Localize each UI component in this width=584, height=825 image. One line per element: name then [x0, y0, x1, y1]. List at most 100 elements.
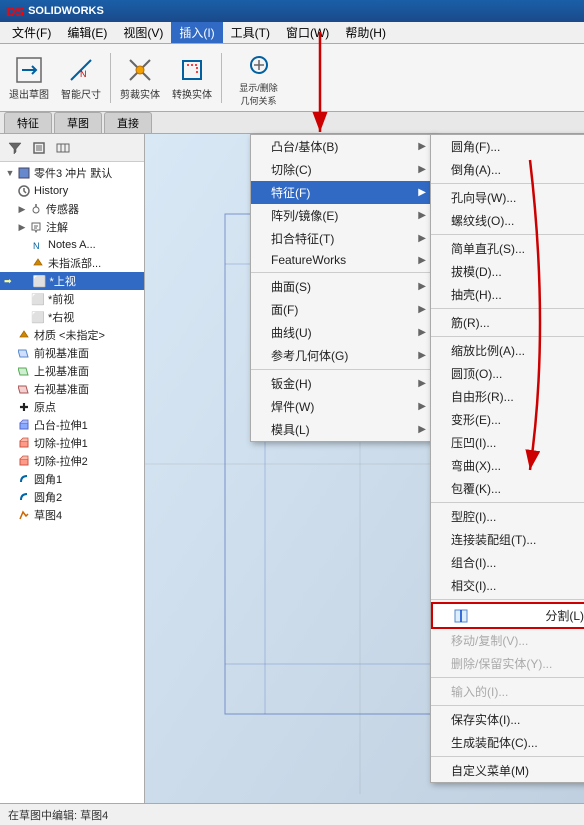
feature-label: 特征(F) [271, 184, 310, 201]
sub-combine[interactable]: 组合(I)... [431, 551, 584, 574]
sub-deform[interactable]: 变形(E)... [431, 408, 584, 431]
tab-sketch[interactable]: 草图 [54, 112, 102, 133]
tab-features[interactable]: 特征 [4, 112, 52, 133]
menu-refgeo[interactable]: 参考几何体(G) ▶ [251, 344, 434, 367]
tree-cut2[interactable]: 切除-拉伸2 [0, 452, 144, 470]
tree-right-plane[interactable]: 右视基准面 [0, 380, 144, 398]
sub-cavity[interactable]: 型腔(I)... [431, 505, 584, 528]
fsep1 [431, 183, 584, 184]
tree-annotation[interactable]: ▶ 注解 [0, 218, 144, 236]
trim-label: 剪裁实体 [120, 86, 160, 101]
cut1-label: 切除-拉伸1 [34, 435, 88, 451]
right-icon: ⬜ [30, 309, 46, 325]
menu-view[interactable]: 视图(V) [115, 22, 171, 43]
ds-logo: DS [6, 4, 24, 19]
sub-thread[interactable]: 螺纹线(O)... [431, 209, 584, 232]
tree-front-plane[interactable]: 前视基准面 [0, 344, 144, 362]
tree-sketch4[interactable]: 草图4 [0, 506, 144, 524]
boss1-label: 凸台-拉伸1 [34, 417, 88, 433]
sub-shell[interactable]: 抽壳(H)... [431, 283, 584, 306]
sub-fillet[interactable]: 圆角(F)... [431, 135, 584, 158]
annotation-arrow: ▶ [16, 221, 28, 233]
feature-tree: ▼ 零件3 冲片 默认 History [0, 162, 144, 803]
sensor-arrow: ▶ [16, 203, 28, 215]
menu-edit[interactable]: 编辑(E) [59, 22, 115, 43]
sub-rib[interactable]: 筋(R)... [431, 311, 584, 334]
tab-direct[interactable]: 直接 [104, 112, 152, 133]
tree-fillet2[interactable]: 圆角2 [0, 488, 144, 506]
fsep4 [431, 336, 584, 337]
tree-sensor[interactable]: ▶ 传感器 [0, 200, 144, 218]
view-icon-button[interactable] [52, 137, 74, 159]
tree-fillet1[interactable]: 圆角1 [0, 470, 144, 488]
smart-dim-button[interactable]: N 智能尺寸 [56, 48, 106, 108]
right-plane-label: 右视基准面 [34, 381, 89, 397]
tree-history[interactable]: History [0, 182, 144, 200]
trim-button[interactable]: 剪裁实体 [115, 48, 165, 108]
menu-tools[interactable]: 工具(T) [223, 22, 278, 43]
menu-sheetmetal[interactable]: 钣金(H) ▶ [251, 372, 434, 395]
sub-simplehole[interactable]: 简单直孔(S)... [431, 237, 584, 260]
sub-dome[interactable]: 圆顶(O)... [431, 362, 584, 385]
sub-indent[interactable]: 压凹(I)... [431, 431, 584, 454]
exit-sketch-icon [13, 54, 45, 86]
smart-dim-icon: N [65, 54, 97, 86]
sub-custommenu[interactable]: 自定义菜单(M) [431, 759, 584, 782]
menu-mold[interactable]: 模具(L) ▶ [251, 418, 434, 441]
menu-pattern[interactable]: 阵列/镜像(E) ▶ [251, 204, 434, 227]
menu-snap[interactable]: 扣合特征(T) ▶ [251, 227, 434, 250]
tree-material-unspec[interactable]: 未指派部... [0, 254, 144, 272]
show-del-button[interactable]: 显示/删除几何关系 [226, 48, 291, 108]
menu-cut[interactable]: 切除(C) ▶ [251, 158, 434, 181]
menu-boss[interactable]: 凸台/基体(B) ▶ [251, 135, 434, 158]
tree-top-plane[interactable]: 上视基准面 [0, 362, 144, 380]
sub-wrap[interactable]: 包覆(K)... [431, 477, 584, 500]
menubar: 文件(F) 编辑(E) 视图(V) 插入(I) 工具(T) 窗口(W) 帮助(H… [0, 22, 584, 44]
sep2 [251, 369, 434, 370]
snap-arrow: ▶ [418, 233, 426, 244]
history-icon [16, 183, 32, 199]
menu-help[interactable]: 帮助(H) [337, 22, 394, 43]
tree-origin[interactable]: ✚ 原点 [0, 398, 144, 416]
root-arrow: ▼ [4, 167, 16, 179]
menu-curve[interactable]: 曲线(U) ▶ [251, 321, 434, 344]
sub-makeassembly[interactable]: 生成装配体(C)... [431, 731, 584, 754]
menu-face[interactable]: 面(F) ▶ [251, 298, 434, 321]
tree-front[interactable]: ⬜ *前视 [0, 290, 144, 308]
sub-draft[interactable]: 拔模(D)... [431, 260, 584, 283]
tree-right[interactable]: ⬜ *右视 [0, 308, 144, 326]
face-label: 面(F) [271, 301, 298, 318]
sub-join[interactable]: 连接装配组(T)... [431, 528, 584, 551]
convert-button[interactable]: 转换实体 [167, 48, 217, 108]
part-icon-button[interactable] [28, 137, 50, 159]
exit-sketch-button[interactable]: 退出草图 [4, 48, 54, 108]
annotation-label: 注解 [46, 219, 68, 235]
menu-feature[interactable]: 特征(F) ▶ [251, 181, 434, 204]
tree-root[interactable]: ▼ 零件3 冲片 默认 [0, 164, 144, 182]
menu-window[interactable]: 窗口(W) [278, 22, 337, 43]
split-icon [453, 608, 469, 624]
sub-savebody[interactable]: 保存实体(I)... [431, 708, 584, 731]
sub-flex[interactable]: 弯曲(X)... [431, 454, 584, 477]
sub-intersect[interactable]: 相交(I)... [431, 574, 584, 597]
menu-surface[interactable]: 曲面(S) ▶ [251, 275, 434, 298]
sub-movecopy[interactable]: 移动/复制(V)... [431, 629, 584, 652]
sub-deletebody[interactable]: 删除/保留实体(Y)... [431, 652, 584, 675]
tree-notes[interactable]: N Notes A... [0, 236, 144, 254]
filter-button[interactable] [4, 137, 26, 159]
sub-freeform[interactable]: 自由形(R)... [431, 385, 584, 408]
sub-scale[interactable]: 缩放比例(A)... [431, 339, 584, 362]
sub-chamfer[interactable]: 倒角(A)... [431, 158, 584, 181]
front-plane-icon [16, 345, 32, 361]
menu-featureworks[interactable]: FeatureWorks ▶ [251, 250, 434, 270]
sub-imported[interactable]: 输入的(I)... [431, 680, 584, 703]
tree-material[interactable]: 材质 <未指定> [0, 326, 144, 344]
tree-top-view[interactable]: ➡ ⬜ *上视 [0, 272, 144, 290]
menu-file[interactable]: 文件(F) [4, 22, 59, 43]
sub-split[interactable]: 分割(L)... [431, 602, 584, 629]
tree-cut1[interactable]: 切除-拉伸1 [0, 434, 144, 452]
tree-boss1[interactable]: 凸台-拉伸1 [0, 416, 144, 434]
sub-holewizard[interactable]: 孔向导(W)... [431, 186, 584, 209]
menu-weld[interactable]: 焊件(W) ▶ [251, 395, 434, 418]
menu-insert[interactable]: 插入(I) [171, 22, 222, 43]
